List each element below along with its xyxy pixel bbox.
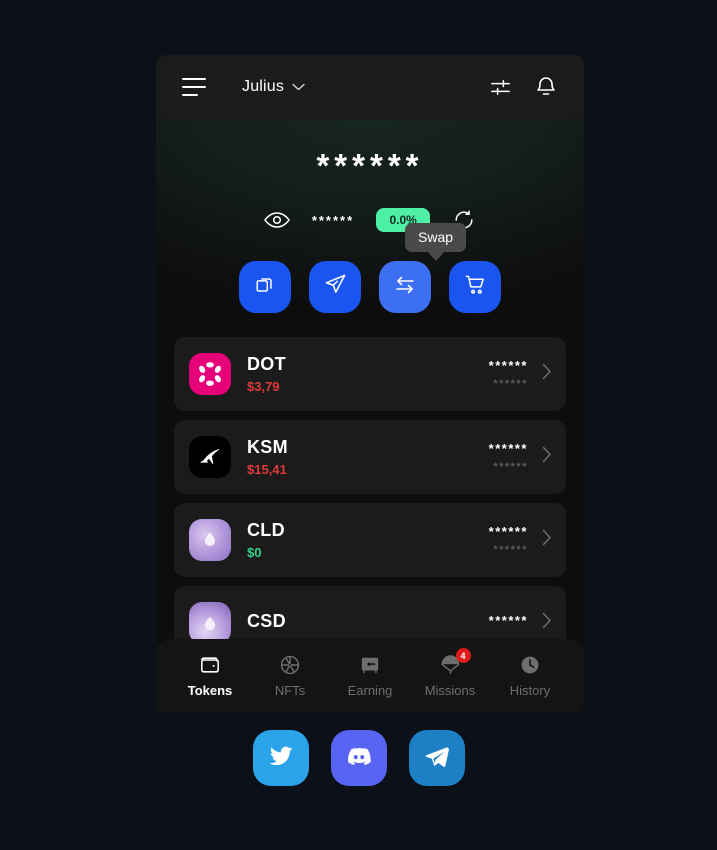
token-price: $3,79 <box>247 379 280 394</box>
nav-label: NFTs <box>274 683 306 698</box>
swap-tooltip: Swap <box>405 223 467 261</box>
parachute-icon: 4 <box>439 648 471 676</box>
receive-button[interactable] <box>239 261 291 313</box>
chevron-right-icon <box>542 612 552 634</box>
fiat-balance-masked: ****** <box>311 212 355 228</box>
app-header: Julius <box>156 55 584 119</box>
token-balance-masked: ****** <box>488 441 528 456</box>
buy-button[interactable] <box>449 261 501 313</box>
token-fiat-masked: ****** <box>493 461 528 473</box>
token-values: ****** ****** <box>489 358 528 390</box>
token-symbol: KSM <box>247 437 288 457</box>
token-balance-masked: ****** <box>488 524 528 539</box>
wallet-app-card: Julius ****** ****** 0.0% Swap DOT $3,79… <box>156 55 584 713</box>
nav-item-tokens[interactable]: Tokens <box>175 654 245 698</box>
discord-button[interactable] <box>330 730 387 786</box>
nav-item-earning[interactable]: Earning <box>335 654 405 698</box>
balance-hero: ****** ****** 0.0% <box>156 119 584 327</box>
token-right: ****** ****** <box>489 358 552 390</box>
token-balance-masked: ****** <box>488 358 528 373</box>
sliders-icon[interactable] <box>489 76 512 99</box>
total-balance-masked: ****** <box>316 147 424 184</box>
kusama-logo <box>189 436 231 478</box>
hamburger-icon[interactable] <box>182 78 208 96</box>
quick-actions <box>156 261 584 313</box>
telegram-icon <box>423 742 451 775</box>
token-symbol: CLD <box>247 520 285 540</box>
bell-icon[interactable] <box>534 75 558 99</box>
chevron-right-icon <box>542 363 552 385</box>
table-row[interactable]: KSM $15,41 ****** ****** <box>174 420 566 494</box>
token-list: DOT $3,79 ****** ****** KSM $15,41 *****… <box>156 327 584 660</box>
token-meta: KSM $15,41 <box>247 437 288 477</box>
account-selector[interactable]: Julius <box>242 78 305 96</box>
token-symbol: CSD <box>247 610 286 631</box>
token-balance-masked: ****** <box>488 613 528 628</box>
token-values: ****** <box>489 613 528 633</box>
swap-arrows-icon <box>393 273 417 302</box>
missions-badge: 4 <box>455 648 471 663</box>
clock-icon <box>519 654 541 676</box>
nav-item-nfts[interactable]: NFTs <box>255 654 325 698</box>
token-right: ****** <box>489 612 552 634</box>
token-symbol: DOT <box>247 354 286 374</box>
twitter-button[interactable] <box>252 730 309 786</box>
table-row[interactable]: DOT $3,79 ****** ****** <box>174 337 566 411</box>
polkadot-logo <box>189 353 231 395</box>
token-right: ****** ****** <box>489 524 552 556</box>
telegram-button[interactable] <box>408 730 465 786</box>
nav-item-missions[interactable]: 4 Missions <box>415 648 485 698</box>
app-root: Julius ****** ****** 0.0% Swap DOT $3,79… <box>0 0 717 850</box>
nav-item-history[interactable]: History <box>495 654 565 698</box>
eye-icon[interactable] <box>263 211 290 229</box>
nav-label: Tokens <box>187 683 233 698</box>
token-values: ****** ****** <box>489 441 528 473</box>
token-price: $15,41 <box>247 462 287 477</box>
send-button[interactable] <box>309 261 361 313</box>
token-price: $0 <box>247 545 262 560</box>
nav-label: Earning <box>347 683 393 698</box>
token-fiat-masked: ****** <box>493 378 528 390</box>
discord-icon <box>345 742 373 775</box>
aperture-icon <box>279 654 301 676</box>
safe-icon <box>359 654 381 676</box>
twitter-icon <box>267 742 295 775</box>
token-meta: CSD <box>247 611 286 636</box>
token-meta: CLD $0 <box>247 520 285 560</box>
shopping-cart-icon <box>464 273 487 301</box>
social-links <box>0 730 717 786</box>
tooltip-arrow <box>427 252 444 261</box>
swap-tooltip-label: Swap <box>405 223 467 252</box>
nav-label: History <box>509 683 551 698</box>
chevron-right-icon <box>542 446 552 468</box>
table-row[interactable]: CLD $0 ****** ****** <box>174 503 566 577</box>
copy-squares-icon <box>254 274 276 301</box>
swap-button[interactable] <box>379 261 431 313</box>
bottom-navigation: Tokens NFTs Earning 4 Missions History <box>156 639 584 713</box>
token-fiat-masked: ****** <box>493 544 528 556</box>
wallet-icon <box>199 654 221 676</box>
token-meta: DOT $3,79 <box>247 354 286 394</box>
token-right: ****** ****** <box>489 441 552 473</box>
paper-plane-icon <box>324 273 347 301</box>
account-name: Julius <box>242 78 285 95</box>
header-actions <box>489 75 558 99</box>
cld-logo <box>189 519 231 561</box>
chevron-right-icon <box>542 529 552 551</box>
nav-label: Missions <box>424 683 476 698</box>
chevron-down-icon <box>292 83 305 91</box>
token-values: ****** ****** <box>489 524 528 556</box>
csd-logo <box>189 602 231 644</box>
